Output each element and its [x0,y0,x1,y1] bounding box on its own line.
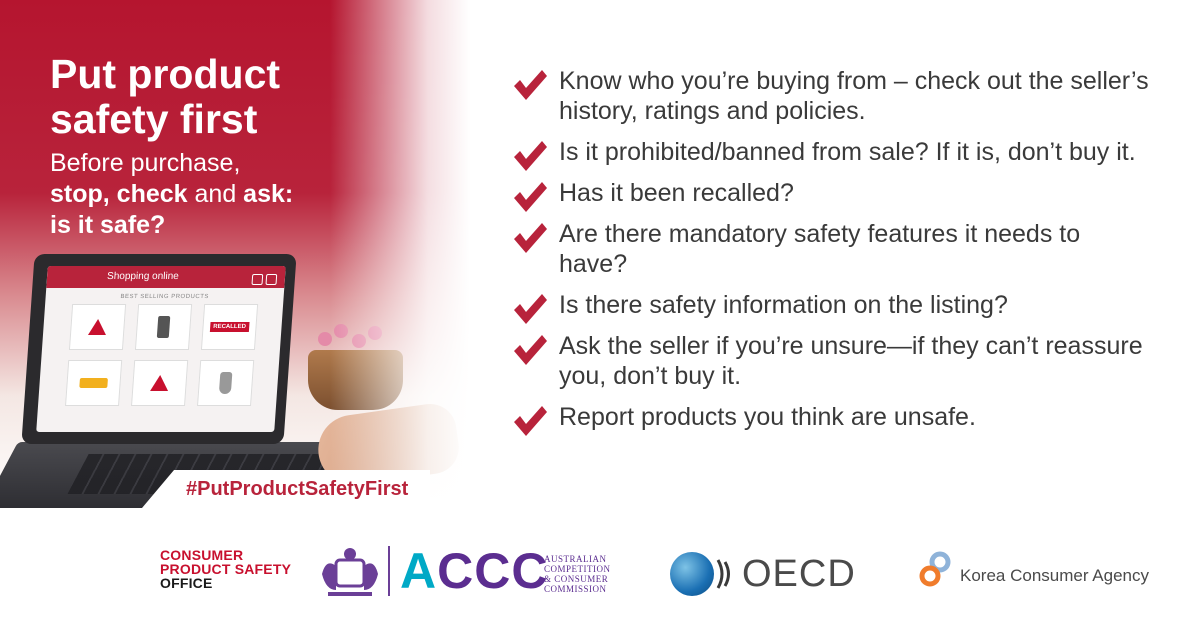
subheadline-ask: ask: [243,180,294,208]
subheadline-is-it-safe: is it safe? [50,211,166,239]
kca-emblem-icon [919,551,951,587]
subheadline-and: and [187,180,244,208]
accc-long-line4: COMMISSION [544,584,607,594]
kca-name: Korea Consumer Agency [960,566,1149,585]
blender-icon [218,372,233,394]
check-icon [514,294,547,324]
screen-header-icons [248,272,278,294]
product-tile: RECALLED [200,304,259,350]
phone-icon [156,316,171,338]
check-icon [514,406,547,436]
product-grid: RECALLED [38,304,283,406]
subheadline: Before purchase, stop, check and ask: is… [50,148,370,241]
accc-long-line2: COMPETITION [544,564,611,574]
checklist-text: Is it prohibited/banned from sale? If it… [559,138,1136,166]
check-icon [514,182,547,212]
accc-long-line1: AUSTRALIAN [544,554,607,564]
accc-logo: ACCC AUSTRALIAN COMPETITION & CONSUMER C… [318,544,623,600]
list-item: Ask the seller if you’re unsure—if they … [512,331,1152,391]
list-item: Is there safety information on the listi… [512,290,1152,324]
list-item: Know who you’re buying from – check out … [512,66,1152,126]
safety-checklist: Know who you’re buying from – check out … [512,66,1152,443]
headline: Put product safety first [50,51,281,142]
warning-icon [87,319,108,335]
toy-gun-icon [79,378,108,388]
subheadline-line1: Before purchase, [50,149,241,177]
checklist-text: Know who you’re buying from – check out … [559,67,1149,125]
laptop-lid: Shopping online BEST SELLING PRODUCTS RE… [21,254,297,444]
laptop-screen: Shopping online BEST SELLING PRODUCTS RE… [36,266,286,432]
hashtag: #PutProductSafetyFirst [142,470,431,508]
subheadline-stop-check: stop, check [50,180,188,208]
cpso-logo: CONSUMER PRODUCT SAFETY OFFICE [160,548,291,590]
kca-logo: Korea Consumer Agency [916,550,1176,590]
accc-a: A [400,543,438,599]
product-tile [197,360,255,406]
recalled-badge: RECALLED [209,322,250,332]
checklist-text: Is there safety information on the listi… [559,291,1008,319]
hero-fade [330,0,470,508]
accc-full-name: AUSTRALIAN COMPETITION & CONSUMER COMMIS… [544,554,611,594]
list-item: Are there mandatory safety features it n… [512,219,1152,279]
cpso-line1: CONSUMER [160,547,244,563]
checklist-text: Ask the seller if you’re unsure—if they … [559,332,1143,390]
footer-logos: CONSUMER PRODUCT SAFETY OFFICE ACCC AUST… [0,508,1200,628]
list-item: Has it been recalled? [512,178,1152,212]
check-icon [514,141,547,171]
checklist-text: Report products you think are unsafe. [559,403,976,431]
warning-icon [150,375,170,391]
check-icon [514,223,547,253]
screen-title: Shopping online [106,271,180,282]
product-tile [134,304,193,350]
checklist-text: Are there mandatory safety features it n… [559,220,1081,278]
cpso-line2: PRODUCT SAFETY [160,561,292,577]
oecd-arcs-icon [716,559,730,589]
product-tile [65,360,123,406]
check-icon [514,335,547,365]
product-tile [131,360,189,406]
accc-wordmark: ACCC [400,546,548,596]
product-tile [68,304,127,350]
oecd-wordmark: OECD [742,553,856,595]
accc-divider [388,546,390,596]
list-item: Report products you think are unsafe. [512,402,1152,436]
screen-heading: BEST SELLING PRODUCTS [120,294,210,300]
coat-of-arms-icon [322,548,378,596]
screen-header: Shopping online [46,266,286,288]
checklist-text: Has it been recalled? [559,179,794,207]
cpso-line3: OFFICE [160,575,213,591]
accc-ccc: CCC [437,543,549,599]
check-icon [514,70,547,100]
accc-long-line3: & CONSUMER [544,574,609,584]
globe-icon [670,552,714,596]
hero-panel: Shopping online BEST SELLING PRODUCTS RE… [0,0,470,508]
list-item: Is it prohibited/banned from sale? If it… [512,137,1152,171]
